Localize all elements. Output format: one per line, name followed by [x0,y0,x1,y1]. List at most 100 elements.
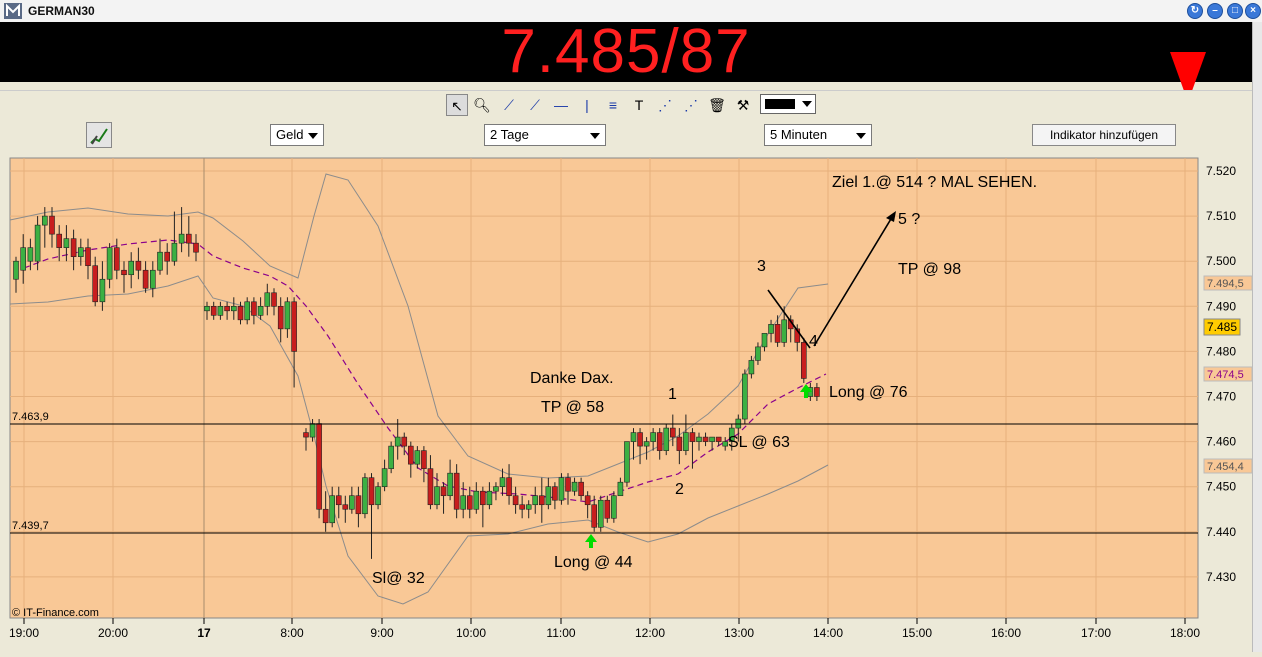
candle-body [186,233,192,244]
text-icon[interactable]: T [628,94,650,116]
candle-body [401,436,408,447]
channel-icon[interactable]: ⋰ [654,94,676,116]
period-select[interactable]: 2 Tage [484,124,606,146]
candle-body [709,436,715,442]
drawing-toolbar: ↖ 🔍︎ ⟋ ⟋ — | ≡ T ⋰ ⋰ 🗑︎ ⚒ [0,90,1252,120]
candle-body [303,432,309,438]
candle-body [571,481,578,492]
x-tick-label: 8:00 [280,626,304,640]
candle-body [56,233,63,248]
annotation-long44: Long @ 44 [554,554,633,571]
candle-body [349,495,355,510]
y-tick-label: 7.430 [1206,570,1236,584]
quote-value: 7.485/87 [501,17,751,86]
candle-body [150,269,156,289]
candle-body [20,247,26,271]
fibonacci-icon[interactable]: ≡ [602,94,624,116]
candle-body [643,441,650,447]
x-tick-label: 17 [197,626,211,640]
candle-body [669,427,676,438]
candle-body [814,387,820,397]
pencil-chart-icon [90,128,108,145]
annotation-sl63: SL @ 63 [728,434,790,451]
candle-body [702,436,709,442]
candle-body [656,432,663,451]
candle-body [611,495,617,519]
zoom-icon[interactable]: 🔍︎ [471,94,493,116]
candle-body [552,486,558,501]
price-tag-lower-text: 7.454,4 [1207,461,1244,473]
candle-body [663,427,670,451]
line-color-select[interactable] [760,94,816,114]
candle-body [99,278,106,303]
candle-body [291,301,297,352]
candle-body [362,477,368,515]
candle-body [453,472,460,510]
price-type-select[interactable]: Geld [270,124,324,146]
candle-body [217,306,224,316]
tools-icon[interactable]: ⚒ [732,94,754,116]
trash-icon[interactable]: 🗑︎ [706,94,728,116]
y-tick-label: 7.510 [1206,209,1236,223]
chart-controls: Geld 2 Tage 5 Minuten Indikator hinzufüg… [0,118,1252,154]
interval-select[interactable]: 5 Minuten [764,124,872,146]
candle-body [578,481,584,497]
y-tick-label: 7.470 [1206,390,1236,404]
chart-area: 7.463,9 7.439,7 Ziel 1.@ 514 ? MAL SEHEN… [8,156,1253,652]
trendline-icon[interactable]: ⟋ [498,94,520,116]
candle-body [460,495,467,510]
candlestick-chart[interactable]: 7.463,9 7.439,7 Ziel 1.@ 514 ? MAL SEHEN… [8,156,1253,652]
annotation-wave4: 4 [809,333,818,350]
parallel-icon[interactable]: ⋰ [680,94,702,116]
candle-body [538,495,545,506]
candle-body [85,247,91,267]
annotation-tp98: TP @ 98 [898,261,961,278]
candle-body [525,504,532,510]
candle-body [309,423,316,438]
candle-body [440,486,447,497]
copyright-label: © IT-Finance.com [12,607,99,619]
chevron-down-icon [308,133,318,139]
candle-body [597,499,604,528]
x-tick-label: 18:00 [1170,626,1200,640]
candle-body [624,441,630,483]
candle-body [342,504,349,510]
add-indicator-button[interactable]: Indikator hinzufügen [1032,124,1176,146]
candle-body [434,486,440,506]
y-tick-label: 7.500 [1206,254,1236,268]
candle-body [224,306,230,312]
pointer-icon[interactable]: ↖ [446,94,468,116]
x-tick-label: 13:00 [724,626,754,640]
minimize-icon[interactable]: – [1207,3,1223,19]
annotation-tp58: TP @ 58 [541,399,604,416]
horizontal-line-icon[interactable]: — [550,94,572,116]
candle-body [388,445,394,469]
restore-icon[interactable]: ↻ [1187,3,1203,19]
candle-body [92,265,98,303]
candle-body [545,486,552,506]
vertical-line-icon[interactable]: | [576,94,598,116]
x-tick-label: 20:00 [98,626,128,640]
candle-body [121,269,127,276]
y-tick-label: 7.440 [1206,525,1236,539]
chevron-down-icon [802,101,812,107]
candle-body [70,238,77,257]
candle-body [204,306,210,312]
maximize-icon[interactable]: □ [1227,3,1243,19]
candle-body [722,441,729,447]
hline-upper-label: 7.463,9 [12,411,49,423]
candle-body [486,490,493,506]
candle-body [114,247,120,271]
interval-value: 5 Minuten [770,127,828,142]
candle-body [768,324,774,334]
candle-body [565,477,571,492]
candle-body [368,477,375,506]
draw-mode-button[interactable] [86,122,112,148]
x-tick-label: 10:00 [456,626,486,640]
annotation-target: Ziel 1.@ 514 ? MAL SEHEN. [832,174,1037,191]
candle-body [466,495,473,510]
ray-icon[interactable]: ⟋ [524,94,546,116]
vertical-scrollbar[interactable] [1252,22,1262,652]
close-icon[interactable]: × [1245,3,1261,19]
candle-body [506,477,512,497]
